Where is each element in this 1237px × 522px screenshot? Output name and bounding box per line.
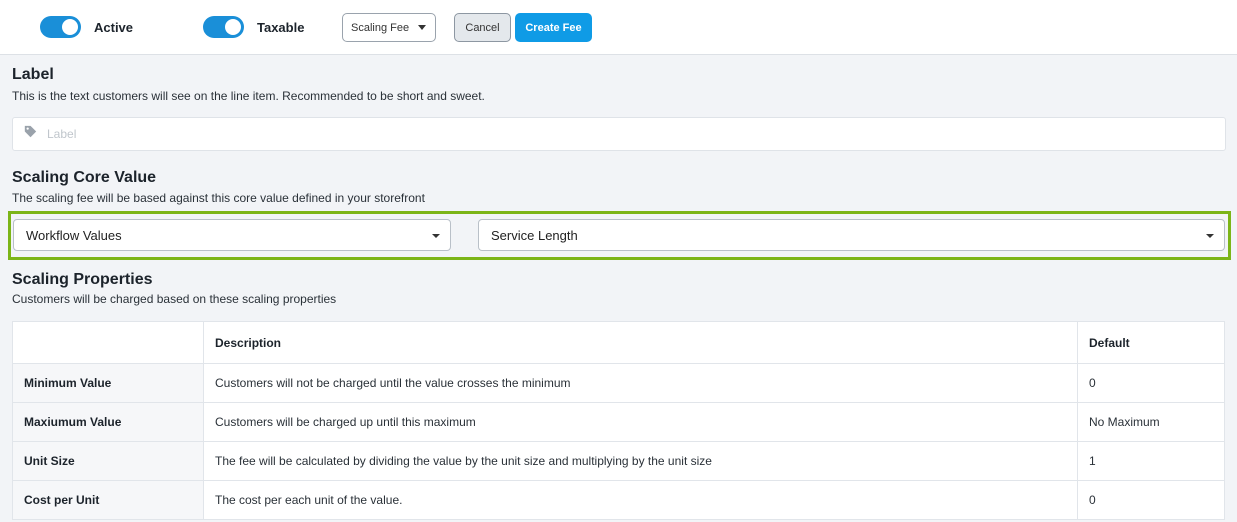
- core-section-title: Scaling Core Value: [12, 169, 157, 186]
- row-name: Minimum Value: [12, 363, 204, 403]
- active-label: Active: [94, 19, 134, 35]
- fee-type-value: Scaling Fee: [351, 21, 410, 34]
- table-row: Minimum Value Customers will not be char…: [12, 363, 1225, 403]
- column-header-default: Default: [1077, 321, 1225, 364]
- create-fee-button[interactable]: Create Fee: [515, 13, 592, 42]
- table-row: Unit Size The fee will be calculated by …: [12, 441, 1225, 481]
- label-input-wrapper[interactable]: [12, 117, 1226, 151]
- value-select[interactable]: Service Length: [478, 219, 1225, 251]
- caret-down-icon: [432, 234, 440, 238]
- row-description: Customers will not be charged until the …: [203, 363, 1078, 403]
- caret-down-icon: [418, 25, 426, 30]
- column-header-description: Description: [203, 321, 1078, 364]
- table-row: Maxiumum Value Customers will be charged…: [12, 402, 1225, 442]
- row-default[interactable]: 0: [1077, 363, 1225, 403]
- value-select-value: Service Length: [491, 227, 578, 243]
- row-name: Unit Size: [12, 441, 204, 481]
- label-section-title: Label: [12, 66, 54, 83]
- fee-type-select[interactable]: Scaling Fee: [342, 13, 436, 42]
- core-section-description: The scaling fee will be based against th…: [12, 191, 425, 205]
- row-name: Maxiumum Value: [12, 402, 204, 442]
- row-description: The fee will be calculated by dividing t…: [203, 441, 1078, 481]
- toggle-knob: [225, 19, 241, 35]
- toolbar: Active Taxable Scaling Fee Cancel Create…: [0, 0, 1237, 55]
- scaling-properties-table: Description Default Minimum Value Custom…: [12, 321, 1225, 520]
- label-section-description: This is the text customers will see on t…: [12, 89, 485, 103]
- source-select-value: Workflow Values: [26, 227, 122, 243]
- taxable-toggle-group: Taxable: [203, 16, 304, 38]
- toggle-knob: [62, 19, 78, 35]
- cancel-button[interactable]: Cancel: [454, 13, 511, 42]
- taxable-toggle[interactable]: [203, 16, 244, 38]
- properties-section-description: Customers will be charged based on these…: [12, 292, 337, 306]
- taxable-label: Taxable: [257, 19, 305, 35]
- table-header-row: Description Default: [12, 321, 1225, 364]
- source-select[interactable]: Workflow Values: [13, 219, 451, 251]
- tag-icon: [24, 125, 37, 143]
- row-name: Cost per Unit: [12, 480, 204, 520]
- table-row: Cost per Unit The cost per each unit of …: [12, 480, 1225, 520]
- label-input[interactable]: [47, 127, 447, 141]
- caret-down-icon: [1206, 234, 1214, 238]
- row-description: Customers will be charged up until this …: [203, 402, 1078, 442]
- column-header-name: [12, 321, 204, 364]
- row-default[interactable]: 0: [1077, 480, 1225, 520]
- properties-section-title: Scaling Properties: [12, 271, 153, 288]
- active-toggle[interactable]: [40, 16, 81, 38]
- row-description: The cost per each unit of the value.: [203, 480, 1078, 520]
- row-default[interactable]: No Maximum: [1077, 402, 1225, 442]
- active-toggle-group: Active: [40, 16, 133, 38]
- row-default[interactable]: 1: [1077, 441, 1225, 481]
